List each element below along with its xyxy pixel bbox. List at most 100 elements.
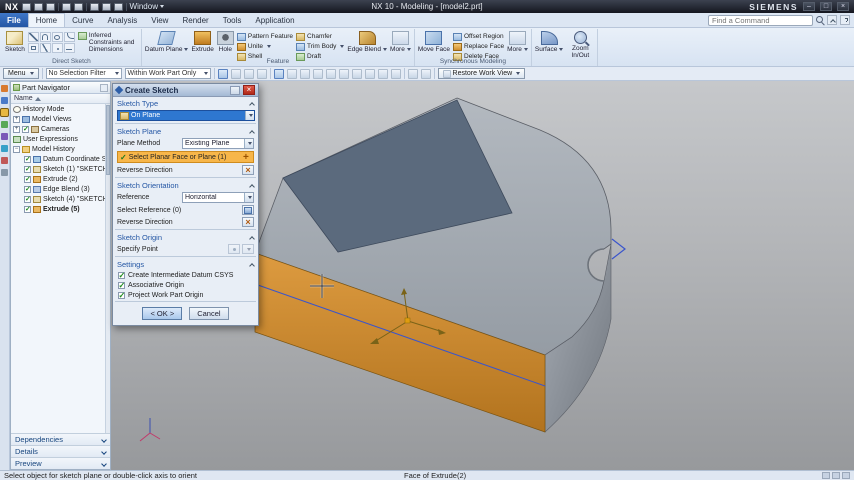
constraint-navigator-icon[interactable] (1, 97, 8, 104)
point-dialog-button[interactable] (228, 244, 240, 254)
status-resize-grip-icon[interactable] (842, 472, 850, 479)
section-dependencies[interactable]: Dependencies (11, 433, 110, 445)
select-reference-button[interactable] (242, 205, 254, 215)
general-selection-icon[interactable] (243, 68, 254, 79)
tab-view[interactable]: View (144, 13, 175, 27)
cut-icon[interactable] (89, 2, 99, 11)
zoom-in-out-button[interactable]: Zoom In/Out (566, 30, 594, 59)
shaded-view-icon[interactable] (407, 68, 418, 79)
tree-item-model-views[interactable]: Model Views (11, 114, 105, 124)
existing-point-icon[interactable] (364, 68, 375, 79)
tree-item-cameras[interactable]: Cameras (11, 124, 105, 134)
assembly-navigator-icon[interactable] (1, 85, 8, 92)
checkbox[interactable] (24, 205, 31, 213)
reuse-library-icon[interactable] (1, 121, 8, 128)
plane-method-dropdown[interactable]: Existing Plane (182, 138, 254, 149)
status-alert-icon[interactable] (822, 472, 830, 479)
tree-item-user-expressions[interactable]: User Expressions (11, 134, 105, 144)
checkbox[interactable] (24, 185, 31, 193)
section-settings[interactable]: Settings (113, 258, 258, 270)
point-options-button[interactable] (242, 244, 254, 254)
reverse-direction-button[interactable] (242, 165, 254, 175)
tree-item-datum-csys[interactable]: Datum Coordinate Sys... (11, 154, 105, 164)
edge-blend-button[interactable]: Edge Blend (347, 30, 388, 53)
hole-button[interactable]: Hole (216, 30, 234, 53)
tab-render[interactable]: Render (175, 13, 215, 27)
window-menu[interactable]: Window (130, 2, 164, 11)
collapse-icon[interactable] (13, 145, 20, 153)
help-icon[interactable] (840, 15, 850, 25)
checkbox[interactable] (118, 271, 125, 280)
surface-button[interactable]: Surface (535, 30, 564, 53)
column-header-name[interactable]: Name (11, 94, 110, 104)
checkbox-associative-origin[interactable]: Associative Origin (113, 280, 258, 290)
copy-icon[interactable] (101, 2, 111, 11)
feature-more-button[interactable]: More (390, 30, 411, 53)
circle-icon[interactable] (51, 32, 63, 42)
checkbox[interactable] (22, 125, 29, 133)
snap-point-icon[interactable] (273, 68, 284, 79)
selection-scope-dropdown[interactable]: Within Work Part Only (124, 68, 211, 79)
tab-application[interactable]: Application (248, 13, 301, 27)
sketch-type-dropdown[interactable]: On Plane (117, 110, 255, 121)
ok-button[interactable]: < OK > (142, 307, 183, 320)
section-details[interactable]: Details (11, 445, 110, 457)
checkbox[interactable] (24, 175, 31, 183)
section-preview[interactable]: Preview (11, 457, 110, 469)
ribbon-collapse-icon[interactable] (827, 15, 837, 25)
menu-button[interactable]: Menu (3, 68, 39, 79)
reverse-direction-button[interactable] (242, 217, 254, 227)
minimize-button[interactable] (803, 2, 815, 11)
synchronous-more-button[interactable]: More (507, 30, 528, 53)
status-performance-icon[interactable] (832, 472, 840, 479)
checkbox[interactable] (118, 291, 125, 300)
panel-scrollbar[interactable] (105, 104, 110, 433)
rectangle-icon[interactable] (27, 43, 39, 53)
section-sketch-plane[interactable]: Sketch Plane (113, 125, 258, 137)
close-button[interactable] (837, 2, 849, 11)
expand-icon[interactable] (13, 115, 20, 123)
tree-item-extrude-5[interactable]: Extrude (5) (11, 204, 105, 214)
fillet-icon[interactable] (63, 32, 75, 42)
tab-curve[interactable]: Curve (65, 13, 100, 27)
open-file-icon[interactable] (33, 2, 43, 11)
tree-item-edge-blend-3[interactable]: Edge Blend (3) (11, 184, 105, 194)
replace-face-button[interactable]: Replace Face (453, 42, 504, 51)
pattern-feature-button[interactable]: Pattern Feature (236, 32, 293, 41)
reference-dropdown[interactable]: Horizontal (182, 192, 254, 203)
redo-icon[interactable] (73, 2, 83, 11)
point-icon[interactable] (51, 43, 63, 53)
extrude-button[interactable]: Extrude (191, 30, 214, 53)
quadrant-point-icon[interactable] (351, 68, 362, 79)
cancel-button[interactable]: Cancel (189, 307, 229, 320)
fit-view-icon[interactable] (420, 68, 431, 79)
point-on-surface-icon[interactable] (390, 68, 401, 79)
move-face-button[interactable]: Move Face (418, 30, 450, 53)
inferred-constraints-button[interactable]: Inferred Constraints and Dimensions (77, 30, 138, 53)
offset-region-button[interactable]: Offset Region (453, 32, 504, 41)
section-sketch-type[interactable]: Sketch Type (113, 97, 258, 109)
chamfer-button[interactable]: Chamfer (296, 32, 344, 41)
scrollbar-thumb[interactable] (106, 105, 110, 175)
end-point-icon[interactable] (286, 68, 297, 79)
tree-item-history-mode[interactable]: History Mode (11, 104, 105, 114)
hd3d-tools-icon[interactable] (1, 133, 8, 140)
tree-item-sketch-4[interactable]: Sketch (4) "SKETCH_0... (11, 194, 105, 204)
intersection-point-icon[interactable] (325, 68, 336, 79)
select-all-icon[interactable] (217, 68, 228, 79)
expand-icon[interactable] (13, 125, 20, 133)
system-materials-icon[interactable] (1, 169, 8, 176)
tab-tools[interactable]: Tools (216, 13, 249, 27)
tree-item-extrude-2[interactable]: Extrude (2) (11, 174, 105, 184)
panel-pin-icon[interactable] (100, 83, 108, 92)
restore-work-view-button[interactable]: Restore Work View (437, 68, 526, 79)
rapid-dimension-icon[interactable] (63, 43, 75, 53)
checkbox[interactable] (118, 281, 125, 290)
checkbox[interactable] (24, 195, 31, 203)
new-file-icon[interactable] (21, 2, 31, 11)
part-navigator-icon[interactable] (0, 108, 9, 117)
find-command-input[interactable] (708, 14, 813, 26)
tab-analysis[interactable]: Analysis (100, 13, 144, 27)
polygon-selection-icon[interactable] (256, 68, 267, 79)
mid-point-icon[interactable] (299, 68, 310, 79)
